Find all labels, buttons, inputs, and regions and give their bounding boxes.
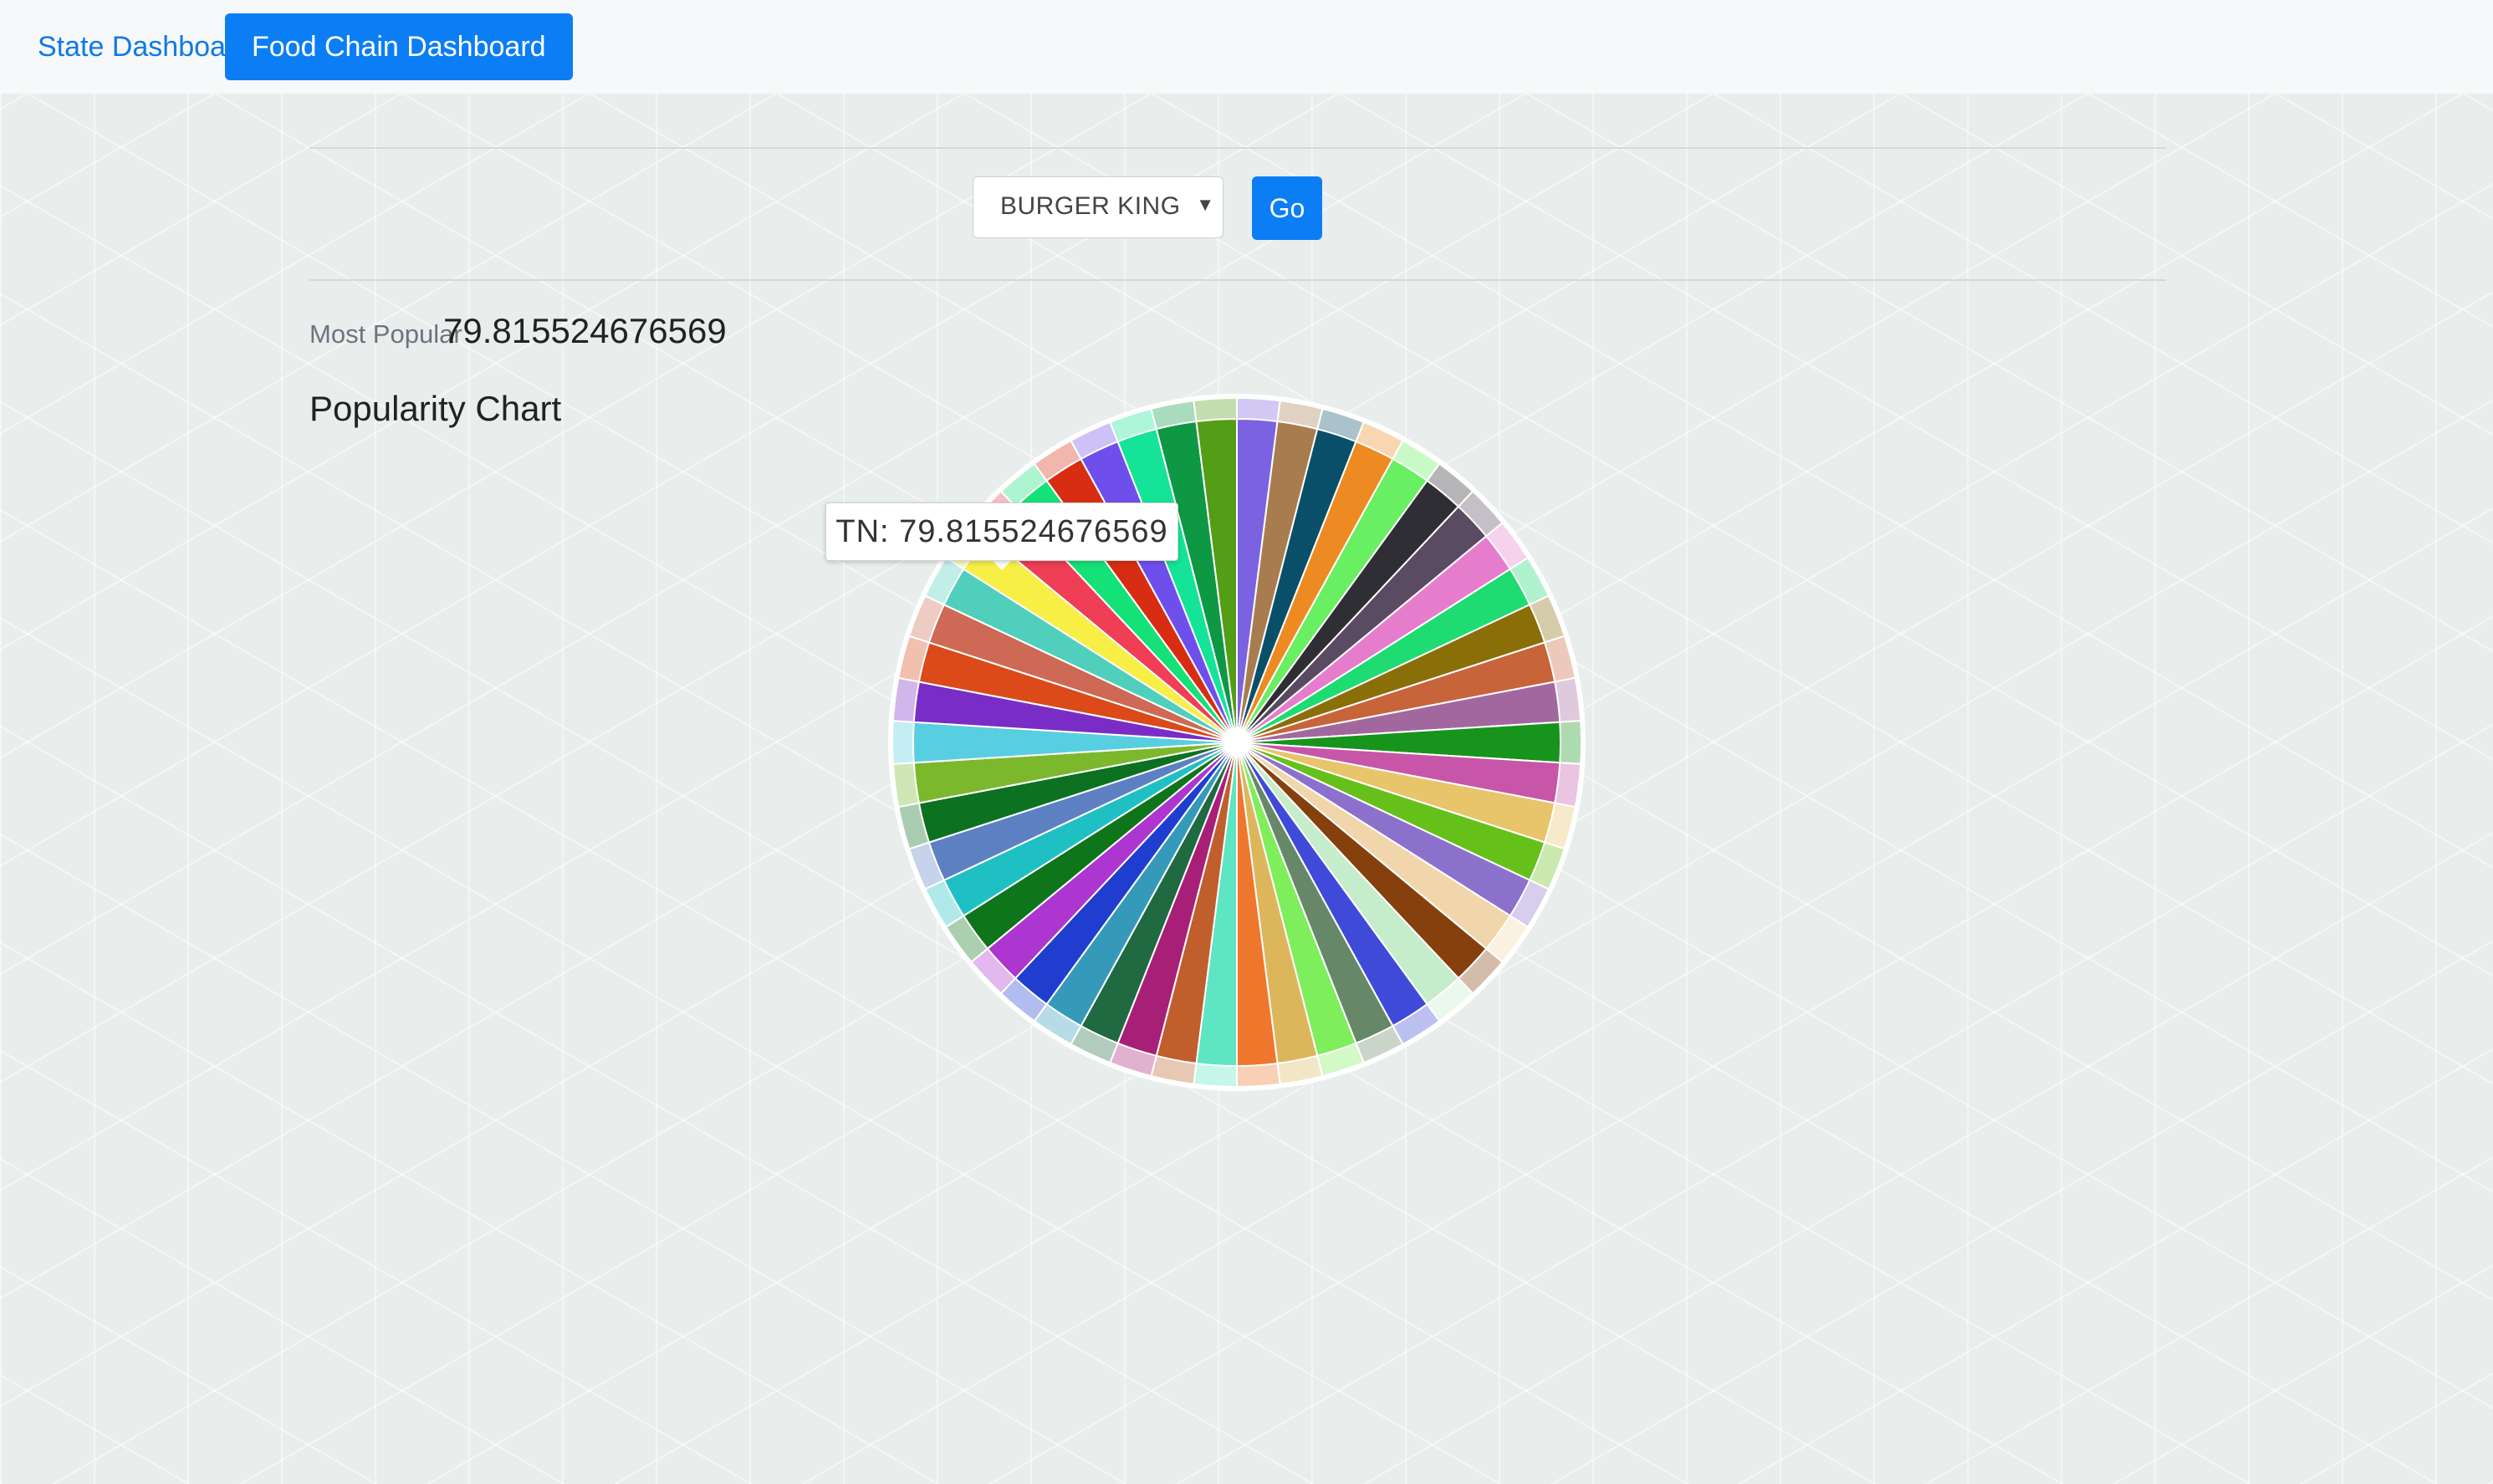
tooltip-arrow (992, 560, 1012, 570)
pie-chart (888, 394, 1586, 1091)
chart-tooltip: TN: 79.815524676569 (825, 502, 1178, 561)
